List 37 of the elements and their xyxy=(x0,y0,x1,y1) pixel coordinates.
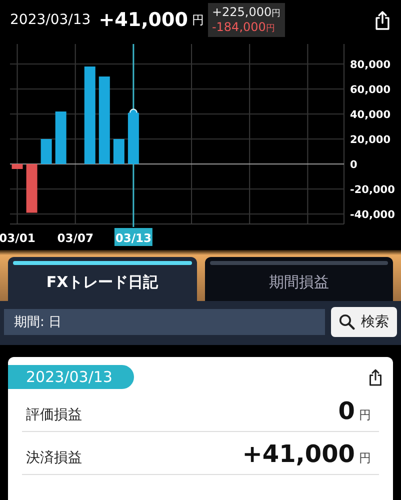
search-button[interactable]: 検索 xyxy=(331,307,397,337)
bar xyxy=(26,164,38,213)
y-axis-label: 40,000 xyxy=(350,109,391,121)
share-icon[interactable] xyxy=(368,368,383,386)
loss-amount: -184,000 xyxy=(212,20,266,34)
date-label: 2023/03/13 xyxy=(10,12,91,28)
date-tag: 2023/03/13 xyxy=(8,365,134,389)
row-label: 評価損益 xyxy=(26,406,82,424)
bar xyxy=(113,139,124,164)
currency-unit: 円 xyxy=(266,23,275,35)
row-label: 決済損益 xyxy=(26,449,82,467)
cursor-date-tag: 03/13 xyxy=(114,228,152,246)
tab[interactable]: 期間損益 xyxy=(204,257,393,301)
y-axis-label: -40,000 xyxy=(350,209,395,221)
y-axis-label: 80,000 xyxy=(350,59,391,71)
x-tick-label: 03/13 xyxy=(115,231,152,245)
currency-unit: 円 xyxy=(359,450,371,467)
bar xyxy=(128,112,139,164)
currency-unit: 円 xyxy=(192,12,204,28)
bar xyxy=(40,139,52,164)
search-icon xyxy=(339,314,355,330)
period-field[interactable]: 期間: 日 xyxy=(4,309,325,335)
x-axis-label: 03/07 xyxy=(57,231,94,245)
tab[interactable]: FXトレード日記 xyxy=(8,257,196,301)
row-value: +41,000 xyxy=(242,440,355,468)
gain-amount: +225,000 xyxy=(212,5,272,19)
profit-value: +41,000 xyxy=(98,9,188,31)
y-axis-label: 0 xyxy=(350,159,358,171)
x-axis-label: 03/01 xyxy=(0,231,36,245)
y-axis-label: 60,000 xyxy=(350,84,391,96)
y-axis-label: 20,000 xyxy=(350,134,391,146)
row-value: 0 xyxy=(338,397,355,425)
currency-unit: 円 xyxy=(359,407,371,424)
currency-unit: 円 xyxy=(272,8,281,20)
bar xyxy=(12,164,23,169)
bar xyxy=(55,112,66,164)
y-axis-label: -20,000 xyxy=(350,184,395,196)
